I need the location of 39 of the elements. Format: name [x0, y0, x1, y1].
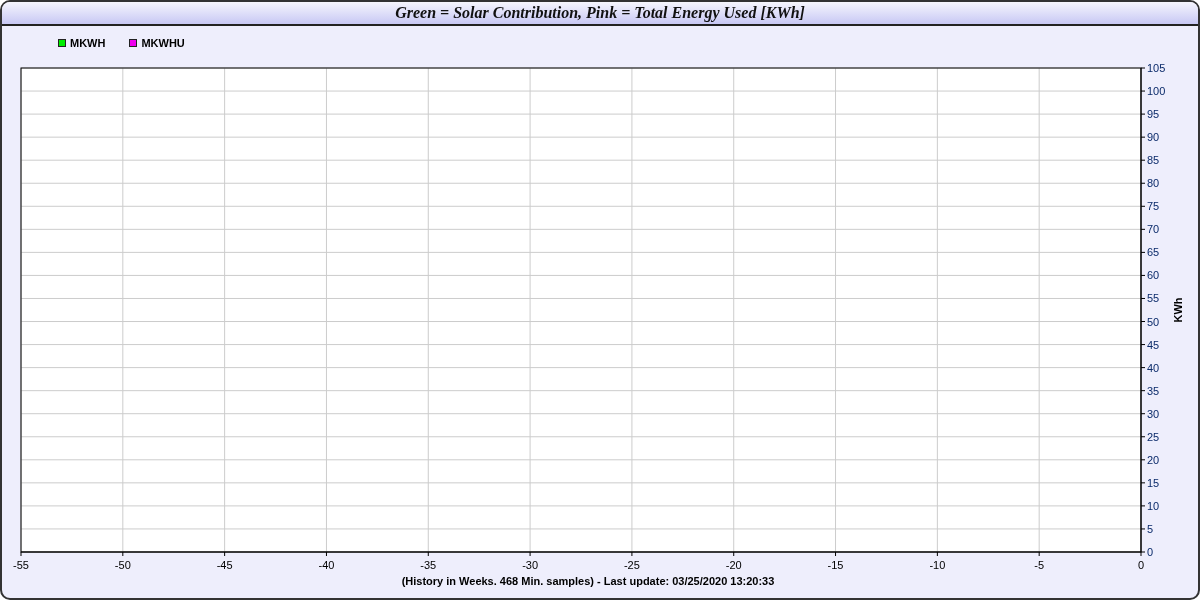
- y-tick-label: 65: [1147, 246, 1160, 259]
- x-tick-label: -30: [522, 559, 539, 571]
- y-tick-label: 45: [1147, 338, 1160, 351]
- x-tick-label: -35: [420, 559, 437, 571]
- y-tick-label: 105: [1147, 62, 1166, 74]
- y-tick-label: 90: [1147, 131, 1160, 144]
- y-tick-label: 5: [1147, 522, 1154, 535]
- x-tick-label: -20: [725, 559, 742, 571]
- x-tick-label: -50: [114, 559, 131, 571]
- y-tick-label: 95: [1147, 108, 1160, 121]
- y-tick-label: 0: [1147, 546, 1154, 558]
- y-tick-label: 15: [1147, 476, 1160, 489]
- x-axis-title: (History in Weeks. 468 Min. samples) - Last update: 03/25/2020 13:20:33: [401, 575, 775, 587]
- y-tick-label: 100: [1147, 85, 1166, 98]
- y-tick-label: 20: [1147, 453, 1160, 466]
- x-tick-label: -5: [1034, 559, 1045, 571]
- x-tick-label: -10: [929, 559, 946, 571]
- y-tick-label: 25: [1147, 430, 1160, 443]
- x-tick-label: -40: [318, 559, 335, 571]
- y-tick-label: 75: [1147, 200, 1160, 213]
- y-tick-label: 35: [1147, 384, 1160, 397]
- legend-label: MKWH: [70, 35, 106, 51]
- y-tick-label: 30: [1147, 407, 1160, 420]
- y-tick-label: 50: [1147, 315, 1160, 328]
- x-tick-label: -45: [216, 559, 233, 571]
- window-title: Green = Solar Contribution, Pink = Total Energy Used [KWh]: [395, 3, 805, 24]
- legend-label: MKWHU: [141, 35, 185, 51]
- x-tick-label: -25: [623, 559, 640, 571]
- y-tick-label: 60: [1147, 269, 1160, 282]
- y-axis-title: KWh: [1172, 297, 1184, 323]
- y-tick-label: 85: [1147, 154, 1160, 167]
- x-tick-label: -15: [827, 559, 844, 571]
- y-tick-label: 80: [1147, 177, 1160, 190]
- y-tick-label: 55: [1147, 292, 1160, 305]
- y-tick-label: 40: [1147, 361, 1160, 374]
- y-tick-label: 10: [1147, 499, 1160, 512]
- x-tick-label: -55: [13, 559, 29, 571]
- y-tick-label: 70: [1147, 223, 1160, 236]
- x-tick-label: 0: [1137, 559, 1145, 571]
